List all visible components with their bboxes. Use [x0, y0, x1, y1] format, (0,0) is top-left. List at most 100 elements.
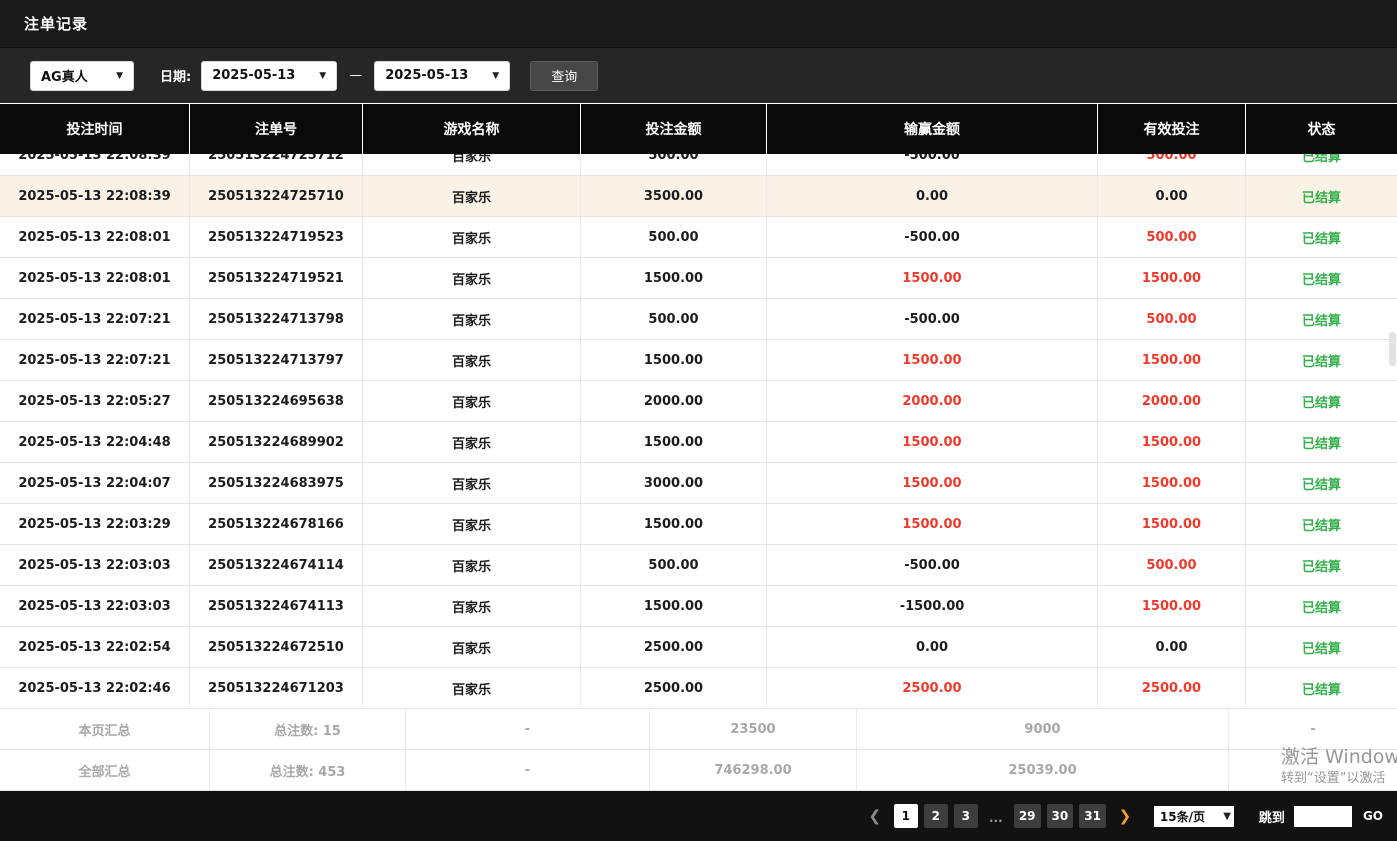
- cell-bet: 3500.00: [581, 176, 767, 216]
- column-header-winlose: 输赢金额: [767, 104, 1098, 154]
- chevron-down-icon: ▼: [319, 71, 326, 81]
- cell-valid: 1500.00: [1098, 340, 1246, 380]
- cell-bet: 1500.00: [581, 340, 767, 380]
- cell-status: 已结算: [1246, 217, 1397, 257]
- date-range-separator: —: [349, 68, 362, 83]
- cell-game: 百家乐: [363, 154, 581, 175]
- cell-bet: 2500.00: [581, 627, 767, 667]
- chevron-down-icon: ▼: [492, 71, 499, 81]
- cell-bet: 1500.00: [581, 504, 767, 544]
- page-summary-label: 本页汇总: [0, 709, 210, 749]
- cell-game: 百家乐: [363, 217, 581, 257]
- cell-time: 2025-05-13 22:02:46: [0, 668, 190, 708]
- jump-page-input[interactable]: [1294, 806, 1352, 827]
- all-summary-bet-total: 746298.00: [650, 750, 857, 790]
- table-header: 投注时间注单号游戏名称投注金额输赢金额有效投注状态: [0, 103, 1397, 154]
- cell-bet: 1500.00: [581, 586, 767, 626]
- table-row: 2025-05-13 22:03:29250513224678166百家乐150…: [0, 504, 1397, 545]
- cell-valid: 1500.00: [1098, 504, 1246, 544]
- cell-status: 已结算: [1246, 299, 1397, 339]
- cell-order: 250513224674114: [190, 545, 363, 585]
- cell-game: 百家乐: [363, 627, 581, 667]
- cell-order: 250513224689902: [190, 422, 363, 462]
- cell-order: 250513224695638: [190, 381, 363, 421]
- cell-time: 2025-05-13 22:08:39: [0, 176, 190, 216]
- all-summary-row: 全部汇总 总注数: 453 - 746298.00 25039.00: [0, 750, 1397, 791]
- cell-winlose: 0.00: [767, 176, 1098, 216]
- page-button-1[interactable]: 1: [894, 804, 918, 828]
- cell-status: 已结算: [1246, 627, 1397, 667]
- cell-valid: 500.00: [1098, 299, 1246, 339]
- cell-bet: 500.00: [581, 154, 767, 175]
- cell-order: 250513224674113: [190, 586, 363, 626]
- game-type-select[interactable]: AG真人 ▼: [30, 61, 134, 91]
- cell-status: 已结算: [1246, 422, 1397, 462]
- cell-game: 百家乐: [363, 176, 581, 216]
- cell-status: 已结算: [1246, 545, 1397, 585]
- date-to-value: 2025-05-13: [385, 68, 468, 83]
- cell-game: 百家乐: [363, 504, 581, 544]
- chevron-down-icon: ▼: [116, 71, 123, 81]
- page-button-29[interactable]: 29: [1014, 804, 1041, 828]
- cell-winlose: 2500.00: [767, 668, 1098, 708]
- cell-valid: 1500.00: [1098, 422, 1246, 462]
- cell-winlose: -500.00: [767, 545, 1098, 585]
- jump-label: 跳到: [1259, 807, 1285, 826]
- cell-winlose: 1500.00: [767, 422, 1098, 462]
- pagination-pages: 123...293031: [894, 804, 1106, 828]
- cell-winlose: 2000.00: [767, 381, 1098, 421]
- cell-time: 2025-05-13 22:04:48: [0, 422, 190, 462]
- table-row: 2025-05-13 22:08:39250513224725712百家乐500…: [0, 154, 1397, 176]
- page-button-30[interactable]: 30: [1047, 804, 1074, 828]
- cell-winlose: -500.00: [767, 299, 1098, 339]
- table-row: 2025-05-13 22:03:03250513224674114百家乐500…: [0, 545, 1397, 586]
- cell-game: 百家乐: [363, 258, 581, 298]
- cell-status: 已结算: [1246, 340, 1397, 380]
- cell-time: 2025-05-13 22:03:03: [0, 545, 190, 585]
- cell-time: 2025-05-13 22:05:27: [0, 381, 190, 421]
- title-bar: 注单记录: [0, 0, 1397, 48]
- cell-order: 250513224672510: [190, 627, 363, 667]
- page-summary-game: -: [406, 709, 650, 749]
- table-row: 2025-05-13 22:02:54250513224672510百家乐250…: [0, 627, 1397, 668]
- page-button-31[interactable]: 31: [1079, 804, 1106, 828]
- pagination-ellipsis: ...: [984, 804, 1008, 828]
- page-button-2[interactable]: 2: [924, 804, 948, 828]
- cell-winlose: 1500.00: [767, 258, 1098, 298]
- cell-valid: 2500.00: [1098, 668, 1246, 708]
- go-button[interactable]: GO: [1363, 809, 1383, 823]
- date-to-select[interactable]: 2025-05-13 ▼: [374, 61, 510, 91]
- cell-status: 已结算: [1246, 176, 1397, 216]
- cell-order: 250513224719521: [190, 258, 363, 298]
- all-summary-winlose-total: 25039.00: [857, 750, 1229, 790]
- cell-game: 百家乐: [363, 463, 581, 503]
- cell-bet: 500.00: [581, 299, 767, 339]
- pagination-next-button[interactable]: ❯: [1115, 804, 1135, 828]
- table-row: 2025-05-13 22:03:03250513224674113百家乐150…: [0, 586, 1397, 627]
- page-size-select[interactable]: 15条/页 ▼: [1154, 806, 1234, 827]
- game-type-value: AG真人: [41, 66, 88, 85]
- table-row: 2025-05-13 22:08:01250513224719521百家乐150…: [0, 258, 1397, 299]
- page-summary-winlose-total: 9000: [857, 709, 1229, 749]
- cell-time: 2025-05-13 22:02:54: [0, 627, 190, 667]
- cell-winlose: -1500.00: [767, 586, 1098, 626]
- cell-order: 250513224678166: [190, 504, 363, 544]
- cell-status: 已结算: [1246, 586, 1397, 626]
- cell-time: 2025-05-13 22:04:07: [0, 463, 190, 503]
- filter-bar: AG真人 ▼ 日期: 2025-05-13 ▼ — 2025-05-13 ▼ 查…: [0, 48, 1397, 103]
- cell-status: 已结算: [1246, 154, 1397, 175]
- query-button[interactable]: 查询: [530, 61, 598, 91]
- cell-order: 250513224725712: [190, 154, 363, 175]
- page-summary-row: 本页汇总 总注数: 15 - 23500 9000 -: [0, 709, 1397, 750]
- pagination-prev-button[interactable]: ❮: [865, 804, 885, 828]
- date-from-select[interactable]: 2025-05-13 ▼: [201, 61, 337, 91]
- cell-bet: 2000.00: [581, 381, 767, 421]
- cell-winlose: 1500.00: [767, 340, 1098, 380]
- cell-valid: 1500.00: [1098, 586, 1246, 626]
- cell-order: 250513224713797: [190, 340, 363, 380]
- scrollbar-thumb[interactable]: [1389, 332, 1396, 366]
- cell-game: 百家乐: [363, 299, 581, 339]
- all-summary-status: [1229, 750, 1397, 790]
- page-button-3[interactable]: 3: [954, 804, 978, 828]
- cell-winlose: 1500.00: [767, 463, 1098, 503]
